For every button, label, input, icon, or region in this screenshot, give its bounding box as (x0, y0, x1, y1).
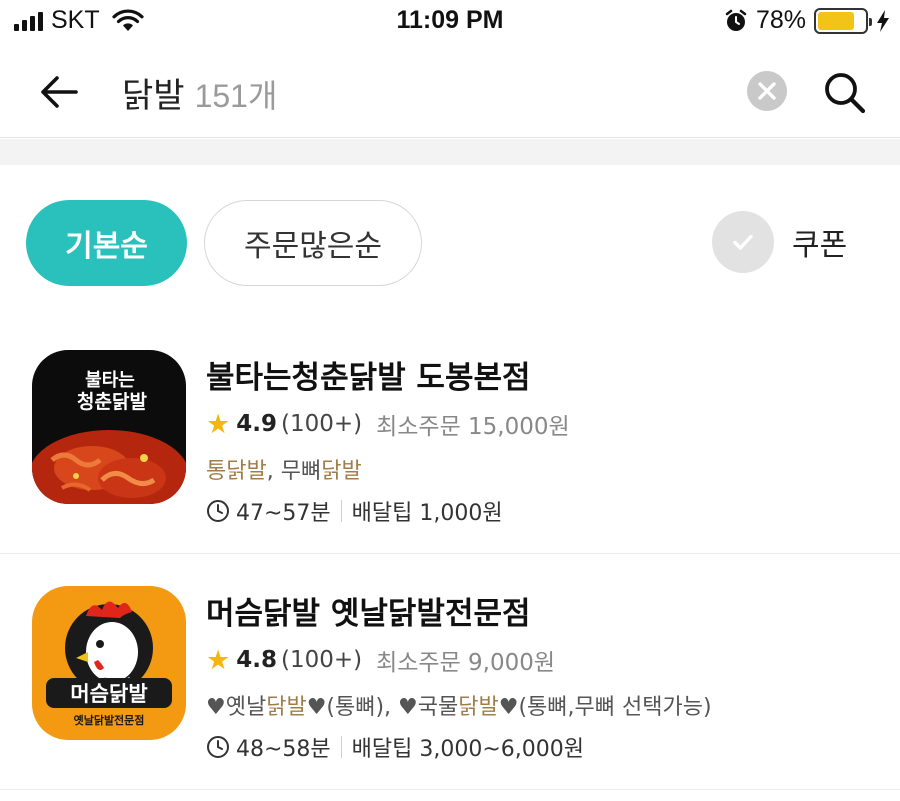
star-icon: ★ (206, 408, 231, 440)
coupon-toggle[interactable]: 쿠폰 (712, 211, 847, 273)
search-query-text: 닭발 (122, 76, 185, 116)
rating: 4.9 (236, 411, 277, 437)
sort-default-chip[interactable]: 기본순 (26, 200, 187, 286)
review-count: (100+) (280, 647, 363, 673)
delivery-tip: 배달팁 3,000~6,000원 (351, 737, 585, 762)
battery-percent: 78% (755, 6, 806, 34)
search-query[interactable]: 닭발 151개 (122, 68, 277, 117)
battery-level (818, 11, 854, 30)
menu-part: 닭발 (321, 459, 362, 484)
delivery-info: 47~57분 배달팁 1,000원 (206, 495, 890, 527)
check-icon (712, 211, 774, 273)
restaurant-item[interactable]: 머슴닭발 옛날닭발전문점 머슴닭발 옛날닭발전문점 ★ 4.8 (100+) 최… (0, 554, 900, 790)
menu-part: ♥(통뼈), ♥국물 (306, 695, 459, 720)
clock-icon (207, 500, 229, 522)
logo-line-1: 불타는 (85, 370, 135, 391)
review-count: (100+) (280, 411, 363, 437)
menu-part: 닭발 (266, 695, 307, 720)
delivery-tip: 배달팁 1,000원 (351, 501, 503, 526)
menu-part: 통닭발 (206, 459, 267, 484)
rating: 4.8 (236, 647, 277, 673)
restaurant-item[interactable]: 불타는 청춘닭발 불타는청춘닭발 도봉본점 ★ 4.9 (100+) 최소주문 … (0, 318, 900, 554)
delivery-info: 48~58분 배달팁 3,000~6,000원 (206, 731, 890, 763)
restaurant-logo: 머슴닭발 옛날닭발전문점 (32, 586, 186, 740)
search-icon[interactable] (822, 70, 868, 116)
restaurant-logo: 불타는 청춘닭발 (32, 350, 186, 504)
sort-orders-chip[interactable]: 주문많은순 (204, 200, 422, 286)
back-arrow-icon[interactable] (38, 70, 82, 114)
menu-list: 통닭발, 무뼈닭발 (206, 453, 890, 485)
clear-icon[interactable] (747, 71, 787, 111)
menu-part: ♥(통뼈,무뼈 선택가능) (498, 695, 712, 720)
menu-part: 닭발 (458, 695, 499, 720)
battery-icon (814, 7, 872, 34)
divider (340, 736, 342, 758)
filter-bar: 기본순 주문많은순 쿠폰 (0, 165, 900, 310)
logo-main: 머슴닭발 (70, 682, 147, 706)
charging-icon (877, 9, 889, 32)
menu-list: ♥옛날닭발♥(통뼈), ♥국물닭발♥(통뼈,무뼈 선택가능) (206, 689, 890, 721)
clock-icon (207, 736, 229, 758)
divider (340, 500, 342, 522)
menu-part: ♥옛날 (206, 695, 267, 720)
status-right: 78% (724, 6, 890, 35)
menu-part: , 무뼈 (266, 459, 322, 484)
min-order: 최소주문 9,000원 (376, 650, 556, 676)
status-bar: SKT 11:09 PM 78% (0, 0, 900, 44)
restaurant-info: 불타는청춘닭발 도봉본점 ★ 4.9 (100+) 최소주문 15,000원 통… (206, 352, 890, 527)
restaurant-meta: ★ 4.9 (100+) 최소주문 15,000원 (206, 407, 890, 441)
restaurant-name: 머슴닭발 옛날닭발전문점 (206, 596, 531, 632)
min-order: 최소주문 15,000원 (376, 414, 570, 440)
restaurant-name: 불타는청춘닭발 도봉본점 (206, 360, 531, 396)
delivery-time: 48~58분 (236, 737, 331, 762)
restaurant-info: 머슴닭발 옛날닭발전문점 ★ 4.8 (100+) 최소주문 9,000원 ♥옛… (206, 588, 890, 763)
search-header: 닭발 151개 (0, 44, 900, 138)
logo-line-2: 청춘닭발 (77, 391, 147, 413)
result-count: 151개 (194, 78, 278, 114)
section-divider (0, 139, 900, 165)
coupon-label: 쿠폰 (792, 228, 848, 263)
alarm-icon (725, 9, 747, 31)
star-icon: ★ (206, 644, 231, 676)
delivery-time: 47~57분 (236, 501, 331, 526)
logo-sub: 옛날닭발전문점 (74, 713, 145, 727)
restaurant-meta: ★ 4.8 (100+) 최소주문 9,000원 (206, 643, 890, 677)
